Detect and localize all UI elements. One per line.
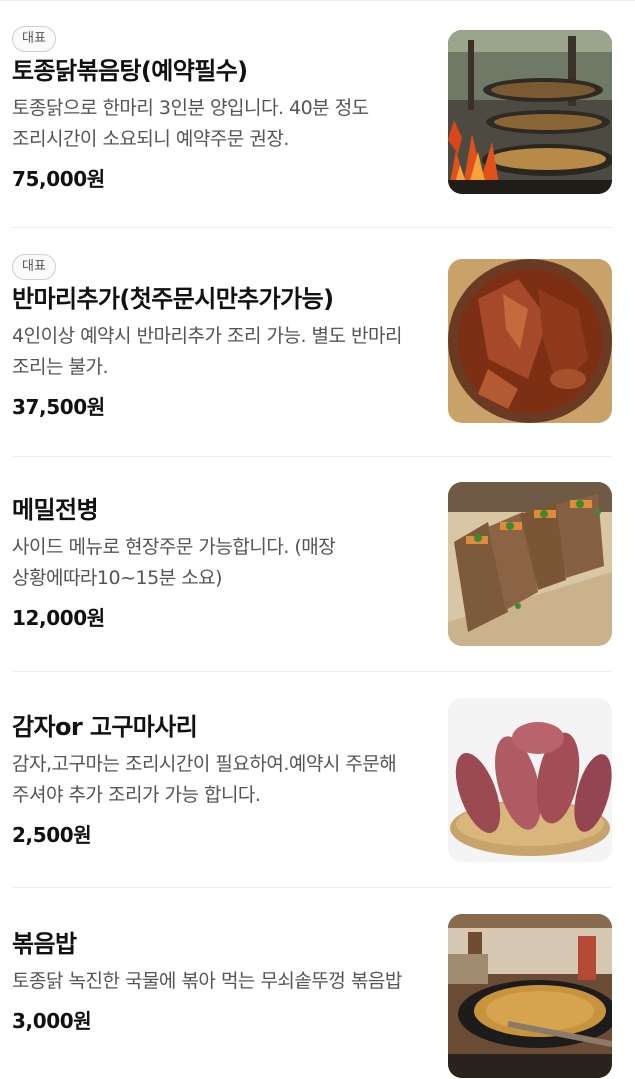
- menu-item-text: 대표 토종닭볶음탕(예약필수) 토종닭으로 한마리 3인분 양입니다. 40분 …: [12, 26, 427, 192]
- signature-badge: 대표: [12, 26, 56, 52]
- menu-item-description: 토종닭으로 한마리 3인분 양입니다. 40분 정도 조리시간이 소요되니 예약…: [12, 97, 369, 150]
- fire-pan-photo[interactable]: [448, 30, 612, 194]
- signature-badge: 대표: [12, 254, 56, 280]
- menu-item[interactable]: 볶음밥 토종닭 녹진한 국물에 볶아 먹는 무쇠솥뚜껑 볶음밥 3,000원: [12, 888, 612, 1079]
- menu-item[interactable]: 메밀전병 사이드 메뉴로 현장주문 가능합니다. (매장 상황에따라10~15분…: [12, 457, 612, 672]
- menu-item-description: 사이드 메뉴로 현장주문 가능합니다. (매장 상황에따라10~15분 소요): [12, 536, 336, 589]
- menu-item-text: 대표 반마리추가(첫주문시만추가가능) 4인이상 예약시 반마리추가 조리 가능…: [12, 254, 427, 420]
- menu-item-description: 4인이상 예약시 반마리추가 조리 가능. 별도 반마리 조리는 불가.: [12, 325, 402, 378]
- menu-item-text: 감자or 고구마사리 감자,고구마는 조리시간이 필요하여.예약시 주문해 주셔…: [12, 708, 427, 848]
- menu-item-price: 3,000원: [12, 1009, 92, 1033]
- fried-rice-photo[interactable]: [448, 914, 612, 1078]
- menu-item-name: 반마리추가(첫주문시만추가가능): [12, 285, 334, 313]
- menu-item-description: 토종닭 녹진한 국물에 볶아 먹는 무쇠솥뚜껑 볶음밥: [12, 970, 402, 992]
- menu-item[interactable]: 대표 반마리추가(첫주문시만추가가능) 4인이상 예약시 반마리추가 조리 가능…: [12, 228, 612, 457]
- menu-item-name: 메밀전병: [12, 496, 99, 524]
- buckwheat-crepe-photo[interactable]: [448, 482, 612, 646]
- menu-item-price: 2,500원: [12, 823, 92, 847]
- menu-item-text: 메밀전병 사이드 메뉴로 현장주문 가능합니다. (매장 상황에따라10~15분…: [12, 491, 427, 631]
- menu-item-name: 볶음밥: [12, 930, 77, 958]
- menu-item[interactable]: 대표 토종닭볶음탕(예약필수) 토종닭으로 한마리 3인분 양입니다. 40분 …: [12, 1, 612, 228]
- menu-item-price: 37,500원: [12, 395, 105, 419]
- menu-item-name: 토종닭볶음탕(예약필수): [12, 57, 248, 85]
- sweet-potato-photo[interactable]: [448, 698, 612, 862]
- menu-item-text: 볶음밥 토종닭 녹진한 국물에 볶아 먹는 무쇠솥뚜껑 볶음밥 3,000원: [12, 925, 427, 1034]
- menu-item-price: 75,000원: [12, 167, 105, 191]
- menu-item[interactable]: 감자or 고구마사리 감자,고구마는 조리시간이 필요하여.예약시 주문해 주셔…: [12, 672, 612, 888]
- braised-chicken-photo[interactable]: [448, 259, 612, 423]
- menu-item-description: 감자,고구마는 조리시간이 필요하여.예약시 주문해 주셔야 추가 조리가 가능…: [12, 753, 397, 806]
- menu-item-price: 12,000원: [12, 606, 105, 630]
- menu-item-name: 감자or 고구마사리: [12, 713, 198, 741]
- menu-list: 대표 토종닭볶음탕(예약필수) 토종닭으로 한마리 3인분 양입니다. 40분 …: [0, 1, 612, 1079]
